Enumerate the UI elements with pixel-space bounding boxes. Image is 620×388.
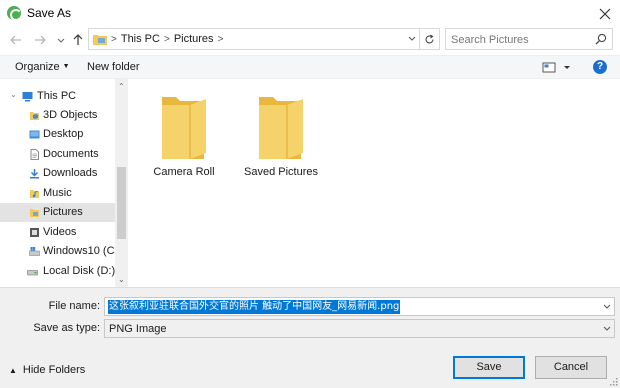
window-title: Save As: [27, 6, 72, 20]
music-icon: [30, 190, 39, 198]
downloads-icon: [30, 169, 39, 179]
app-logo-icon: [7, 6, 22, 21]
pictures-folder-icon: [93, 34, 107, 45]
sidebar-item-documents[interactable]: Documents: [0, 145, 115, 164]
chevron-down-icon: [408, 36, 416, 41]
help-icon: ?: [596, 61, 604, 72]
address-row: > This PC > Pictures >: [0, 28, 620, 50]
hide-folders-button[interactable]: ▲ Hide Folders: [9, 364, 85, 376]
folder-name: Saved Pictures: [244, 166, 318, 178]
scroll-down-icon[interactable]: ⌄: [118, 275, 125, 284]
file-name-label: File name:: [48, 300, 100, 312]
save-type-select[interactable]: PNG Image: [104, 319, 615, 338]
navigation-pane: ⌄ This PC 3D Objects Desktop Documents D…: [0, 79, 128, 287]
sidebar-item-downloads[interactable]: Downloads: [0, 164, 115, 183]
chevron-down-icon[interactable]: ⌄: [10, 90, 17, 99]
resize-grip-icon[interactable]: [608, 376, 618, 386]
scroll-up-icon[interactable]: ⌃: [118, 82, 125, 91]
sidebar-item-label: Downloads: [43, 167, 98, 179]
3d-objects-icon: [30, 112, 39, 120]
back-button[interactable]: [7, 31, 25, 49]
sidebar-item-videos[interactable]: Videos: [0, 223, 115, 242]
sidebar-item-local-disk-d[interactable]: Local Disk (D:): [0, 262, 115, 281]
view-options-icon: [542, 62, 570, 73]
chevron-down-icon: [603, 326, 611, 331]
scrollbar-thumb[interactable]: [117, 167, 126, 239]
up-button[interactable]: [69, 31, 87, 49]
sidebar-item-music[interactable]: Music: [0, 184, 115, 203]
documents-icon: [30, 149, 39, 160]
address-dropdown[interactable]: [408, 33, 416, 43]
up-arrow-icon: [73, 34, 83, 45]
save-type-value: PNG Image: [109, 323, 167, 335]
sidebar-item-label: Videos: [43, 226, 77, 238]
save-type-label: Save as type:: [33, 322, 100, 334]
forward-arrow-icon: [35, 35, 46, 45]
close-icon: [599, 8, 611, 20]
sidebar-item-label: This PC: [37, 90, 77, 102]
file-name-value[interactable]: 这张叙利亚驻联合国外交官的照片 触动了中国网友_网易新闻.png: [108, 300, 401, 314]
refresh-button[interactable]: [420, 28, 440, 50]
folder-item-saved-pictures[interactable]: Saved Pictures: [235, 93, 327, 183]
file-name-field[interactable]: 这张叙利亚驻联合国外交官的照片 触动了中国网友_网易新闻.png: [104, 297, 615, 316]
breadcrumb-this-pc[interactable]: This PC: [121, 33, 160, 45]
sidebar-item-desktop[interactable]: Desktop: [0, 125, 115, 144]
folder-item-camera-roll[interactable]: Camera Roll: [138, 93, 230, 183]
folder-icon: [259, 97, 303, 159]
breadcrumb-separator: >: [163, 33, 170, 45]
forward-button[interactable]: [31, 31, 49, 49]
save-button[interactable]: Save: [453, 356, 525, 379]
nav-scrollbar[interactable]: ⌃ ⌄: [115, 79, 128, 287]
file-list: Camera Roll Saved Pictures: [128, 79, 620, 287]
recent-locations-button[interactable]: [52, 31, 70, 49]
sidebar-item-label: Local Disk (D:): [43, 265, 116, 277]
pictures-icon: [30, 209, 39, 217]
chevron-down-icon: [57, 38, 65, 43]
refresh-icon: [425, 34, 434, 43]
breadcrumb-separator: >: [111, 33, 117, 45]
search-box[interactable]: [445, 28, 613, 50]
help-button[interactable]: ?: [593, 60, 607, 74]
sidebar-item-windows10-c[interactable]: Windows10 (C:): [0, 242, 121, 261]
cancel-button[interactable]: Cancel: [535, 356, 607, 379]
sidebar-item-pictures[interactable]: Pictures: [0, 203, 115, 222]
hide-folders-label: Hide Folders: [22, 364, 86, 376]
organize-label: Organize: [15, 61, 60, 73]
computer-icon: [22, 92, 33, 102]
address-bar[interactable]: > This PC > Pictures >: [88, 28, 420, 50]
videos-icon: [30, 228, 39, 237]
folder-icon: [162, 97, 206, 159]
command-bar: Organize ▼ New folder ?: [0, 55, 620, 79]
sidebar-item-label: Windows10 (C:): [43, 245, 122, 257]
caret-up-icon: ▲: [9, 366, 17, 375]
change-view-button[interactable]: [542, 62, 572, 74]
search-input[interactable]: [451, 32, 591, 47]
sidebar-item-label: Desktop: [43, 128, 84, 140]
sidebar-item-label: Pictures: [43, 206, 83, 218]
file-name-dropdown[interactable]: [603, 301, 611, 311]
disk-drive-icon: [27, 270, 38, 276]
sidebar-item-this-pc[interactable]: ⌄ This PC: [0, 87, 115, 106]
new-folder-button[interactable]: New folder: [87, 61, 140, 73]
sidebar-item-label: Music: [43, 187, 72, 199]
folder-name: Camera Roll: [153, 166, 215, 178]
back-arrow-icon: [10, 35, 21, 45]
sidebar-item-label: 3D Objects: [43, 109, 98, 121]
organize-menu-button[interactable]: Organize ▼: [15, 61, 70, 73]
close-button[interactable]: [590, 0, 620, 28]
breadcrumb-separator: >: [217, 33, 224, 45]
desktop-icon: [29, 130, 40, 139]
search-icon: [595, 33, 607, 45]
chevron-down-icon: [603, 304, 611, 309]
save-type-dropdown[interactable]: [603, 323, 611, 333]
caret-down-icon: ▼: [62, 63, 70, 70]
sidebar-item-3d-objects[interactable]: 3D Objects: [0, 106, 115, 125]
save-options-panel: File name: 这张叙利亚驻联合国外交官的照片 触动了中国网友_网易新闻.…: [0, 287, 620, 388]
windows-drive-icon: [29, 247, 40, 256]
sidebar-item-label: Documents: [43, 148, 99, 160]
title-bar: Save As: [0, 0, 620, 28]
breadcrumb-pictures[interactable]: Pictures: [174, 33, 214, 45]
